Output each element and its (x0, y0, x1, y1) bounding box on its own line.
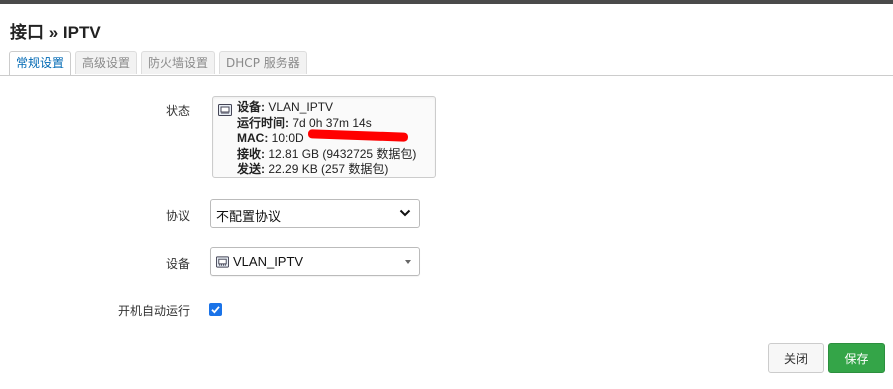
chevron-down-icon (399, 209, 411, 217)
autostart-checkbox[interactable] (209, 303, 222, 316)
checkmark-icon (211, 306, 220, 314)
protocol-select[interactable]: 不配置协议 (210, 199, 420, 228)
tab-firewall[interactable]: 防火墙设置 (141, 51, 216, 74)
network-port-icon (216, 256, 229, 268)
status-uptime-row: 运行时间: 7d 0h 37m 14s (237, 115, 372, 130)
tab-advanced[interactable]: 高级设置 (75, 51, 138, 74)
protocol-label: 协议 (165, 209, 190, 223)
autostart-label: 开机自动运行 (117, 304, 190, 318)
device-select[interactable]: VLAN_IPTV (210, 247, 420, 276)
caret-down-icon (405, 260, 411, 264)
status-tx-row: 发送: 22.29 KB (257 数据包) (237, 162, 389, 176)
status-label: 状态 (165, 104, 190, 118)
network-port-icon (218, 104, 232, 116)
protocol-value: 不配置协议 (216, 209, 282, 224)
device-label: 设备 (165, 257, 190, 271)
page-title: 接口 » IPTV (10, 23, 101, 42)
status-box: 设备: VLAN_IPTV 运行时间: 7d 0h 37m 14s MAC: 1… (212, 96, 436, 178)
top-bar (0, 0, 893, 4)
tab-bar: 常规设置 高级设置 防火墙设置 DHCP 服务器 (9, 51, 311, 76)
tab-dhcp[interactable]: DHCP 服务器 (219, 51, 307, 74)
tab-divider (0, 75, 893, 76)
status-device-row: 设备: VLAN_IPTV (237, 100, 334, 114)
save-button[interactable]: 保存 (828, 343, 885, 373)
status-rx-row: 接收: 12.81 GB (9432725 数据包) (237, 146, 417, 161)
tab-general[interactable]: 常规设置 (9, 51, 72, 76)
device-value: VLAN_IPTV (233, 254, 304, 269)
close-button[interactable]: 关闭 (768, 343, 824, 373)
